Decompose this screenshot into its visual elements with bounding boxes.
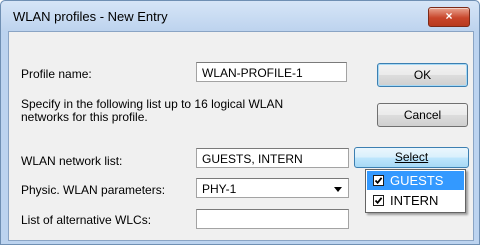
close-icon: × [445, 9, 453, 23]
checkmark-icon [374, 197, 383, 205]
dropdown-item-guests[interactable]: GUESTS [367, 171, 464, 190]
dropdown-item-label: INTERN [390, 193, 439, 208]
dropdown-item-label: GUESTS [390, 173, 444, 188]
network-select-dropdown: GUESTS INTERN [365, 169, 466, 213]
select-button[interactable]: Select [354, 147, 469, 168]
description-line-2: networks for this profile. [21, 110, 148, 124]
checkbox-intern[interactable] [373, 195, 384, 206]
select-button-label: Select [394, 150, 429, 164]
checkbox-guests[interactable] [373, 175, 384, 186]
physic-params-value: PHY-1 [202, 182, 237, 196]
alt-wlc-label: List of alternative WLCs: [21, 213, 152, 227]
title-bar[interactable]: WLAN profiles - New Entry × [1, 1, 479, 31]
chevron-down-icon[interactable] [334, 187, 342, 192]
checkmark-icon [374, 177, 383, 185]
alt-wlc-input[interactable] [196, 209, 349, 229]
description-line-1: Specify in the following list up to 16 l… [21, 97, 284, 111]
window-title: WLAN profiles - New Entry [13, 9, 168, 24]
network-list-label: WLAN network list: [21, 154, 123, 168]
physic-params-select[interactable]: PHY-1 [196, 178, 349, 198]
profile-name-input[interactable]: WLAN-PROFILE-1 [196, 62, 347, 82]
profile-name-label: Profile name: [21, 67, 92, 81]
cancel-button[interactable]: Cancel [377, 103, 468, 127]
network-list-input[interactable]: GUESTS, INTERN [196, 148, 349, 168]
dropdown-item-intern[interactable]: INTERN [367, 191, 464, 210]
physic-params-label: Physic. WLAN parameters: [21, 183, 166, 197]
close-button[interactable]: × [428, 7, 470, 27]
ok-button[interactable]: OK [377, 63, 468, 87]
